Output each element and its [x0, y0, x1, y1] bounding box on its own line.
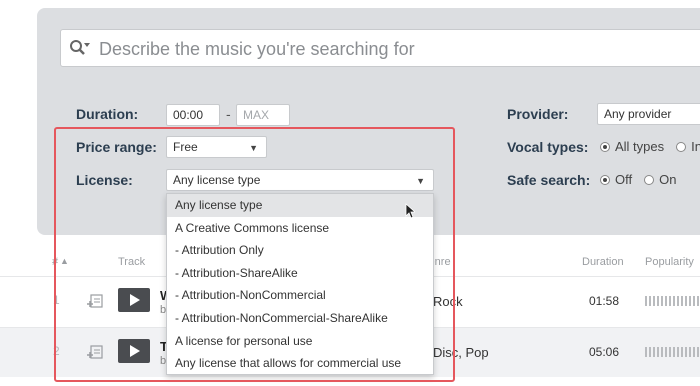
radio-all-types-label: All types [615, 139, 665, 154]
mouse-pointer-icon [405, 203, 415, 219]
radio-instrumental[interactable] [676, 141, 687, 152]
duration-separator: - [226, 106, 231, 122]
popularity-bar [645, 347, 700, 357]
safe-search-radio-group: Off On [600, 172, 688, 187]
track-duration: 01:58 [589, 294, 620, 308]
duration-min-input[interactable]: 00:00 [166, 104, 220, 126]
radio-safe-on[interactable] [644, 174, 655, 185]
duration-label: Duration: [76, 106, 139, 122]
radio-safe-off-label: Off [615, 172, 633, 187]
search-icon [70, 40, 90, 55]
radio-instrumental-label: In [691, 139, 700, 154]
header-popularity[interactable]: Popularity [645, 256, 694, 268]
radio-safe-off[interactable] [600, 174, 610, 185]
track-duration: 05:06 [589, 345, 620, 359]
safe-search-label: Safe search: [507, 172, 591, 188]
header-duration[interactable]: Duration [582, 256, 624, 268]
radio-all-types[interactable] [600, 141, 610, 152]
provider-select[interactable]: Any provider [597, 103, 700, 125]
search-placeholder: Describe the music you're searching for [99, 39, 415, 59]
vocal-types-radio-group: All types In [600, 139, 700, 154]
provider-value: Any provider [604, 107, 672, 121]
duration-max-input[interactable]: MAX [236, 104, 290, 126]
vocal-types-label: Vocal types: [507, 139, 589, 155]
provider-label: Provider: [507, 106, 569, 122]
radio-safe-on-label: On [659, 172, 677, 187]
search-input[interactable]: Describe the music you're searching for [60, 29, 700, 67]
annotation-highlight-box [54, 127, 455, 382]
popularity-bar [645, 296, 700, 306]
